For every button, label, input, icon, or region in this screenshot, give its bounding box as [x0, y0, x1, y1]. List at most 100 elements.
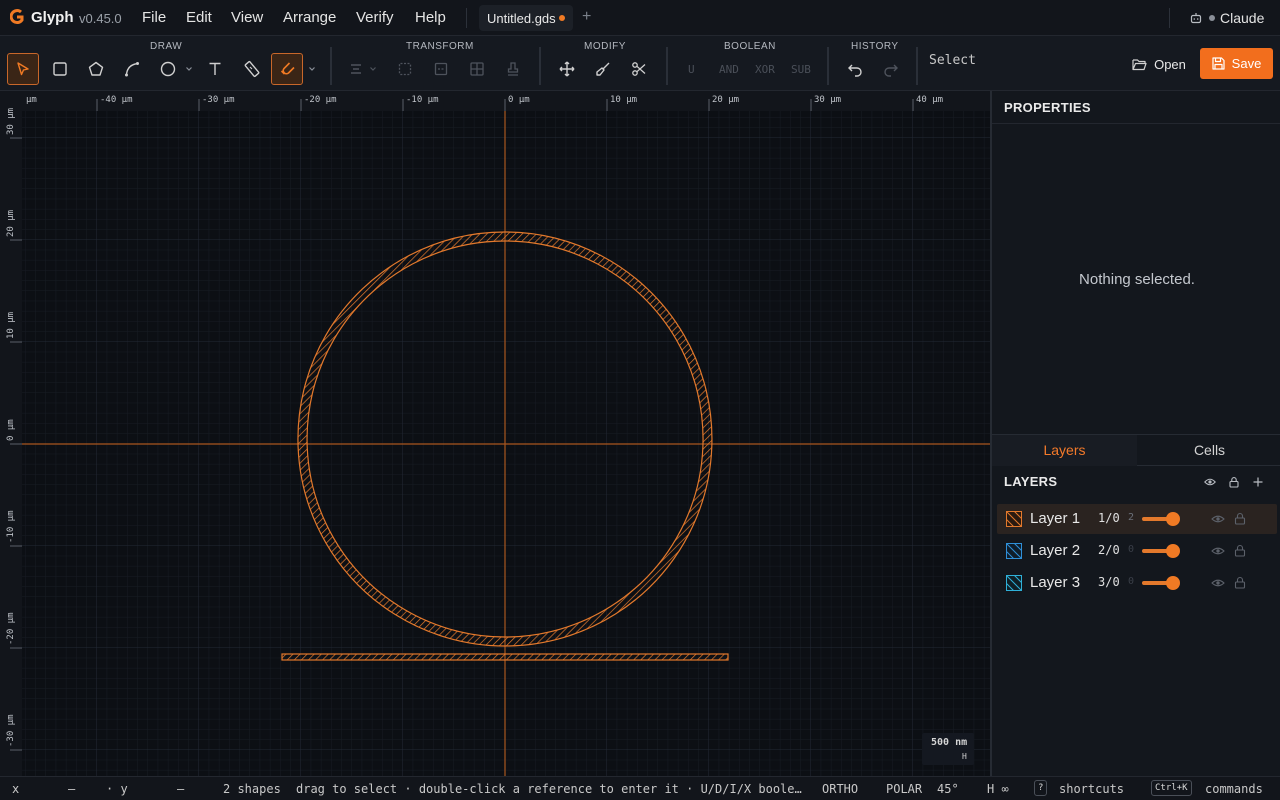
eye-icon[interactable] — [1211, 545, 1225, 557]
status-bar: x — · y — 2 shapes drag to select · doub… — [0, 776, 1280, 800]
move-tool-button[interactable] — [551, 53, 583, 85]
y-ruler-label: -30 µm — [6, 714, 16, 747]
canvas-drawing[interactable]: -40 µm -30 µm -20 µm -10 µm 0 µm 10 µm 20 µm 30… — [0, 91, 990, 776]
group-tool-button[interactable] — [389, 53, 421, 85]
layout-canvas[interactable]: -40 µm -30 µm -20 µm -10 µm 0 µm 10 µm 20 µm 30… — [0, 91, 990, 776]
move-arrows-icon — [559, 61, 575, 77]
eye-icon[interactable] — [1211, 577, 1225, 589]
boolean-and-button[interactable]: AND — [719, 63, 739, 76]
ungroup-tool-button[interactable] — [425, 53, 457, 85]
menu-file[interactable]: File — [142, 9, 166, 26]
ungroup-icon — [434, 62, 448, 76]
x-ruler-label: 40 µm — [916, 95, 943, 105]
file-tab[interactable]: Untitled.gds — [479, 5, 573, 31]
shortcut-key-badge: ? — [1034, 780, 1048, 796]
cursor-y-label: · y — [106, 782, 128, 796]
x-ruler-unit: µm — [26, 95, 37, 105]
panel-divider — [992, 123, 1280, 124]
h-value: H ∞ — [987, 782, 1009, 796]
toolbar-divider — [666, 47, 668, 85]
folder-open-icon — [1132, 58, 1147, 70]
boolean-union-button[interactable]: U — [688, 63, 695, 76]
eye-icon[interactable] — [1211, 513, 1225, 525]
properties-title: PROPERTIES — [1004, 100, 1091, 115]
path-curve-icon — [125, 62, 139, 77]
user-name[interactable]: Claude — [1220, 10, 1264, 26]
select-tool-button[interactable] — [7, 53, 39, 85]
snap-tool-button[interactable] — [271, 53, 303, 85]
layer-row-2[interactable]: Layer 2 2/0 0 — [997, 536, 1277, 566]
array-tool-button[interactable] — [461, 53, 493, 85]
lock-icon[interactable] — [1234, 512, 1246, 525]
menu-verify[interactable]: Verify — [356, 9, 394, 26]
save-disk-icon — [1212, 57, 1225, 70]
cut-tool-button[interactable] — [623, 53, 655, 85]
toolbar-divider — [539, 47, 541, 85]
align-tool-button[interactable] — [340, 53, 372, 85]
ortho-toggle[interactable]: ORTHO — [822, 782, 858, 796]
text-icon — [209, 62, 221, 75]
toolbar: DRAW TRANSFORM MODIFY BOOLEAN HISTORY U … — [0, 36, 1280, 91]
commands-link[interactable]: commands — [1205, 782, 1263, 796]
undo-button[interactable] — [839, 53, 871, 85]
layer-row-3[interactable]: Layer 3 3/0 0 — [997, 568, 1277, 598]
layer-number: 2/0 — [1098, 543, 1120, 557]
open-button-label: Open — [1154, 56, 1186, 72]
polar-toggle[interactable]: POLAR — [886, 782, 922, 796]
layer-row-1[interactable]: Layer 1 1/0 2 — [997, 504, 1277, 534]
save-button[interactable]: Save — [1200, 48, 1273, 79]
opacity-slider-thumb[interactable] — [1166, 544, 1180, 558]
glyph-logo-icon — [10, 9, 24, 25]
tab-cells[interactable]: Cells — [1137, 435, 1280, 466]
waveguide-rect-shape[interactable] — [281, 653, 729, 661]
x-ruler-label: 10 µm — [610, 95, 637, 105]
save-button-label: Save — [1231, 56, 1262, 71]
lock-icon[interactable] — [1234, 544, 1246, 557]
ruler-icon — [244, 61, 260, 77]
new-tab-icon[interactable]: + — [582, 8, 591, 26]
text-tool-button[interactable] — [199, 53, 231, 85]
group-label-modify: MODIFY — [584, 41, 626, 52]
polar-angle[interactable]: 45° — [937, 782, 959, 796]
y-ruler-label: 0 µm — [6, 419, 16, 441]
boolean-sub-button[interactable]: SUB — [791, 63, 811, 76]
opacity-slider-thumb[interactable] — [1166, 512, 1180, 526]
ruler-tool-button[interactable] — [236, 53, 268, 85]
status-hint: drag to select · double-click a referenc… — [296, 782, 802, 796]
circle-tool-button[interactable] — [152, 53, 184, 85]
group-label-history: HISTORY — [851, 41, 899, 52]
redo-button[interactable] — [875, 53, 907, 85]
chevron-down-icon[interactable] — [185, 65, 193, 73]
chevron-down-icon[interactable] — [308, 65, 316, 73]
menu-edit[interactable]: Edit — [186, 9, 212, 26]
paint-tool-button[interactable] — [587, 53, 619, 85]
lock-icon[interactable] — [1228, 476, 1240, 488]
stamp-tool-button[interactable] — [497, 53, 529, 85]
layer-number: 3/0 — [1098, 575, 1120, 589]
eye-icon[interactable] — [1204, 476, 1216, 488]
y-ruler-label: -20 µm — [6, 612, 16, 645]
tab-layers[interactable]: Layers — [992, 435, 1137, 466]
open-button[interactable]: Open — [1126, 49, 1192, 79]
panel-tabs: Layers Cells — [992, 434, 1280, 466]
menu-arrange[interactable]: Arrange — [283, 9, 336, 26]
path-tool-button[interactable] — [116, 53, 148, 85]
add-layer-icon[interactable] — [1252, 476, 1264, 488]
polygon-tool-button[interactable] — [80, 53, 112, 85]
y-ruler-label: 10 µm — [6, 312, 16, 339]
opacity-slider-thumb[interactable] — [1166, 576, 1180, 590]
chevron-down-icon[interactable] — [369, 65, 377, 73]
paintbrush-icon — [596, 62, 610, 76]
horizontal-ruler — [0, 91, 990, 111]
menu-view[interactable]: View — [231, 9, 263, 26]
scale-label: 500 nm — [931, 737, 968, 748]
y-ruler-label: 30 µm — [6, 108, 16, 135]
x-ruler-label: -40 µm — [100, 95, 133, 105]
menu-help[interactable]: Help — [415, 9, 446, 26]
layer-name: Layer 2 — [1030, 542, 1081, 559]
layer-shape-count: 2 — [1128, 512, 1135, 523]
rectangle-tool-button[interactable] — [44, 53, 76, 85]
shortcuts-link[interactable]: shortcuts — [1059, 782, 1124, 796]
lock-icon[interactable] — [1234, 576, 1246, 589]
boolean-xor-button[interactable]: XOR — [755, 63, 775, 76]
